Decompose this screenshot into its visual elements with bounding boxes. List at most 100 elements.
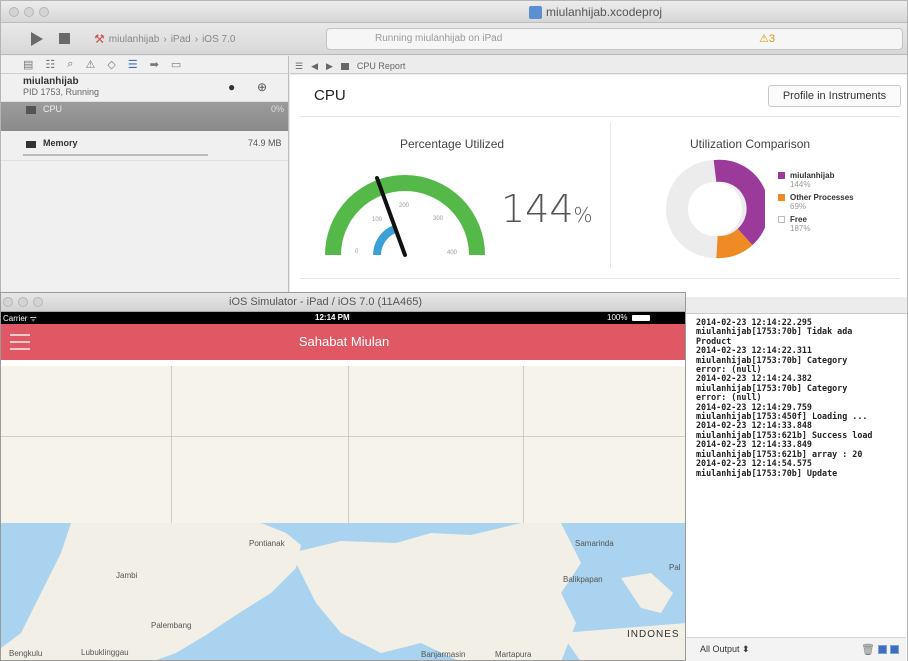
legend-swatch — [778, 194, 785, 201]
cpu-icon — [26, 106, 36, 114]
project-navigator-icon[interactable]: ▤ — [23, 58, 33, 73]
map-label: Bengkulu — [9, 649, 43, 658]
cpu-report: CPU Profile in Instruments Percentage Ut… — [290, 75, 907, 297]
map-label: Banjarmasin — [421, 650, 466, 659]
comparison-legend: miulanhijab 144% Other Processes 69% Fre… — [778, 171, 854, 237]
gauge-tick-0: 0 — [355, 249, 359, 255]
map-label: Lubuklinggau — [81, 648, 129, 657]
process-row[interactable]: miulanhijab PID 1753, Running ● ⊕ — [1, 74, 288, 102]
xcode-titlebar: miulanhijab.xcodeproj — [1, 1, 907, 23]
process-options-icon[interactable]: ● — [228, 80, 235, 94]
threads-icon[interactable]: ⊕ — [257, 80, 267, 94]
map-label: Jambi — [116, 571, 138, 580]
grid-line — [1, 436, 685, 437]
gauge-tick-300: 300 — [433, 216, 444, 222]
gauge-green-arc — [325, 175, 485, 256]
utilization-comparison-title: Utilization Comparison — [690, 137, 811, 151]
process-name: miulanhijab — [23, 76, 79, 87]
map-label: INDONES — [627, 629, 680, 640]
legend-swatch — [778, 172, 785, 179]
console-header — [686, 297, 907, 314]
activity-viewer: Running miulanhijab on iPad ⚠3 — [326, 28, 903, 50]
cpu-report-icon — [340, 62, 349, 70]
debug-navigator: ▤ ☷ ⌕ ⚠ ◇ ☰ ➡ ▭ miulanhijab PID 1753, Ru… — [1, 56, 289, 296]
clock: 12:14 PM — [315, 313, 350, 322]
window-controls — [3, 297, 43, 307]
minimize-button[interactable] — [18, 297, 28, 307]
cpu-percentage: 144% — [501, 187, 593, 231]
back-arrow-icon[interactable]: ◀ — [311, 61, 318, 72]
gauge-tick-400: 400 — [447, 250, 458, 256]
map-view[interactable]: Pontianak Samarinda Jambi Balikpapan Pal… — [1, 523, 685, 660]
gauge-tick-200: 200 — [399, 203, 410, 209]
close-button[interactable] — [3, 297, 13, 307]
profile-in-instruments-button[interactable]: Profile in Instruments — [768, 85, 901, 107]
legend-item: Free 187% — [778, 215, 854, 233]
issue-navigator-icon[interactable]: ⚠ — [85, 58, 95, 73]
stop-button[interactable] — [59, 33, 70, 44]
forward-arrow-icon[interactable]: ▶ — [326, 61, 333, 72]
simulator-title: iOS Simulator - iPad / iOS 7.0 (11A465) — [229, 296, 422, 308]
ios-status-bar: Carrier ᯤ 12:14 PM 100% — [1, 312, 685, 324]
donut-other-slice — [716, 228, 753, 259]
xcode-toolbar: ⚒ miulanhijab › iPad › iOS 7.0 Running m… — [1, 23, 907, 55]
console-footer: All Output ⬍ 🗑 — [686, 637, 906, 661]
cpu-gauge-row[interactable]: CPU 0% — [1, 102, 288, 131]
zoom-button[interactable] — [33, 297, 43, 307]
battery-icon — [632, 315, 650, 321]
search-navigator-icon[interactable]: ⌕ — [67, 58, 73, 73]
legend-swatch — [778, 216, 785, 223]
debug-console[interactable]: 2014-02-23 12:14:22.295 miulanhijab[1753… — [685, 297, 907, 661]
run-button[interactable] — [31, 32, 43, 46]
zoom-button[interactable] — [39, 7, 49, 17]
minimize-button[interactable] — [24, 7, 34, 17]
map-label: Pal — [669, 563, 681, 572]
related-items-icon[interactable]: ☰ — [295, 61, 303, 72]
map-label: Martapura — [495, 650, 532, 659]
scheme-selector[interactable]: ⚒ miulanhijab › iPad › iOS 7.0 — [94, 32, 235, 46]
jump-bar-item[interactable]: CPU Report — [357, 61, 406, 71]
report-title: CPU — [314, 87, 346, 104]
map-label: Samarinda — [575, 539, 614, 548]
map-label: Pontianak — [249, 539, 285, 548]
memory-gauge-row[interactable]: Memory 74.9 MB — [1, 131, 288, 161]
divider — [300, 116, 900, 117]
percentage-utilized-title: Percentage Utilized — [400, 137, 505, 151]
window-title: miulanhijab.xcodeproj — [529, 5, 662, 19]
activity-status: Running miulanhijab on iPad — [375, 33, 503, 44]
legend-item: miulanhijab 144% — [778, 171, 854, 189]
jump-bar: ☰ ◀ ▶ CPU Report — [290, 56, 907, 74]
scheme-icon: ⚒ — [94, 32, 105, 46]
memory-gauge-label: Memory — [43, 138, 78, 148]
simulator-titlebar: iOS Simulator - iPad / iOS 7.0 (11A465) — [1, 293, 685, 312]
map-label: Balikpapan — [563, 575, 603, 584]
process-status: PID 1753, Running — [23, 87, 100, 97]
ios-simulator-window: iOS Simulator - iPad / iOS 7.0 (11A465) … — [0, 292, 686, 661]
variables-pane-toggle-icon[interactable] — [878, 645, 887, 654]
warning-indicator[interactable]: ⚠3 — [759, 32, 775, 45]
gauge-tick-100: 100 — [372, 217, 383, 223]
breakpoint-navigator-icon[interactable]: ➡ — [150, 58, 159, 73]
trash-icon[interactable]: 🗑 — [861, 643, 875, 656]
symbol-navigator-icon[interactable]: ☷ — [45, 58, 55, 73]
scheme-os: iOS 7.0 — [202, 33, 236, 45]
battery-percent: 100% — [607, 313, 628, 322]
output-filter-select[interactable]: All Output ⬍ — [700, 644, 750, 655]
log-navigator-icon[interactable]: ▭ — [171, 58, 181, 73]
cpu-gauge-value: 0% — [271, 104, 285, 114]
console-output[interactable]: 2014-02-23 12:14:22.295 miulanhijab[1753… — [686, 314, 907, 478]
console-pane-toggle-icon[interactable] — [890, 645, 899, 654]
memory-sparkline — [23, 154, 208, 156]
divider — [300, 278, 900, 279]
memory-icon — [26, 141, 36, 148]
map-label: Palembang — [151, 621, 192, 630]
cpu-gauge: 0 100 200 300 400 — [325, 175, 485, 257]
grid-line — [171, 366, 172, 523]
test-navigator-icon[interactable]: ◇ — [107, 58, 115, 73]
close-button[interactable] — [9, 7, 19, 17]
scheme-device: iPad — [170, 33, 191, 45]
debug-navigator-icon[interactable]: ☰ — [128, 58, 138, 73]
product-grid[interactable] — [1, 366, 685, 523]
divider — [610, 123, 611, 268]
scheme-target: miulanhijab — [108, 33, 160, 45]
